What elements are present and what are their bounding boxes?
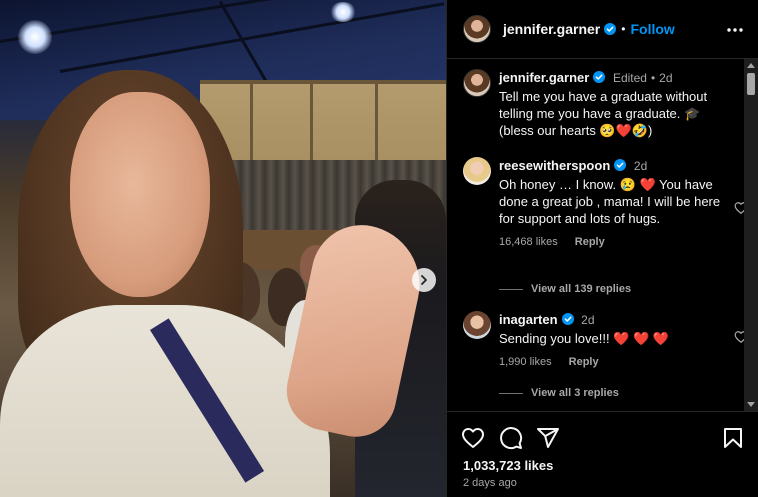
separator-dot: • [650,71,656,85]
verified-badge-icon [593,71,606,83]
verified-badge-icon [561,313,574,325]
comments-list: jennifer.garner Edited • 2d Tell me you ha… [447,59,744,411]
comment-text: Sending you love!!! ❤️ ❤️ ❤️ [499,331,669,346]
woman-face [70,92,210,297]
comments-scrollbar[interactable] [744,59,758,411]
likes-count[interactable]: 1,033,723 likes [463,458,553,473]
comment-username[interactable]: inagarten [499,312,558,327]
post-timestamp[interactable]: 2 days ago [463,477,517,489]
stage-light [330,2,356,22]
more-options-icon[interactable] [725,20,745,40]
comment-meta: 16,468 likes Reply [499,236,733,248]
avatar[interactable] [463,15,491,43]
view-replies-button[interactable]: View all 3 replies [499,387,619,399]
comment-text: Oh honey … I know. 😢 ❤️ You have done a … [499,177,721,226]
heart-icon[interactable] [734,330,744,344]
scroll-down-arrow-icon[interactable] [747,402,755,407]
comment-time[interactable]: 2d [634,159,647,173]
follow-button[interactable]: Follow [630,21,674,37]
verified-badge-icon [604,23,617,35]
comment-meta: 1,990 likes Reply [499,356,733,368]
post-sidebar: jennifer.garner • Follow jennifer.garner… [446,0,758,497]
caption-time[interactable]: 2d [659,71,672,85]
comment-body: reesewitherspoon 2d Oh honey … I know. 😢… [499,157,733,227]
avatar[interactable] [463,69,491,97]
caption-text: Tell me you have a graduate without tell… [499,89,708,138]
comment-likes[interactable]: 1,990 likes [499,356,552,368]
post-username[interactable]: jennifer.garner [503,21,600,37]
chevron-right-icon [421,275,427,285]
comment-time[interactable]: 2d [581,313,594,327]
avatar[interactable] [463,311,491,339]
scroll-thumb[interactable] [747,73,755,95]
bookmark-icon[interactable] [721,426,745,450]
caption-username[interactable]: jennifer.garner [499,70,589,85]
verified-badge-icon [614,159,627,171]
reply-button[interactable]: Reply [575,236,605,248]
edited-label: Edited [612,71,647,85]
separator-dot: • [621,22,626,36]
comment-icon[interactable] [499,426,523,450]
heart-icon[interactable] [734,201,744,215]
comment-item: reesewitherspoon 2d Oh honey … I know. 😢… [463,157,744,248]
next-photo-button[interactable] [412,268,436,292]
comment-username[interactable]: reesewitherspoon [499,158,610,173]
reply-button[interactable]: Reply [569,356,599,368]
stage-light [18,20,52,54]
comment-item: inagarten 2d Sending you love!!! ❤️ ❤️ ❤… [463,311,744,368]
post-photo [0,0,446,497]
comment-likes[interactable]: 16,468 likes [499,236,558,248]
post-caption: jennifer.garner Edited • 2d Tell me you ha… [463,69,733,139]
comment-body: inagarten 2d Sending you love!!! ❤️ ❤️ ❤… [499,311,733,347]
send-icon[interactable] [536,426,560,450]
post-actions: 1,033,723 likes 2 days ago [447,411,758,497]
heart-icon[interactable] [461,426,485,450]
post-header: jennifer.garner • Follow [447,0,758,59]
view-replies-button[interactable]: View all 139 replies [499,283,631,295]
avatar[interactable] [463,157,491,185]
scroll-up-arrow-icon[interactable] [747,63,755,68]
caption-body: jennifer.garner Edited • 2d Tell me you ha… [499,69,733,139]
